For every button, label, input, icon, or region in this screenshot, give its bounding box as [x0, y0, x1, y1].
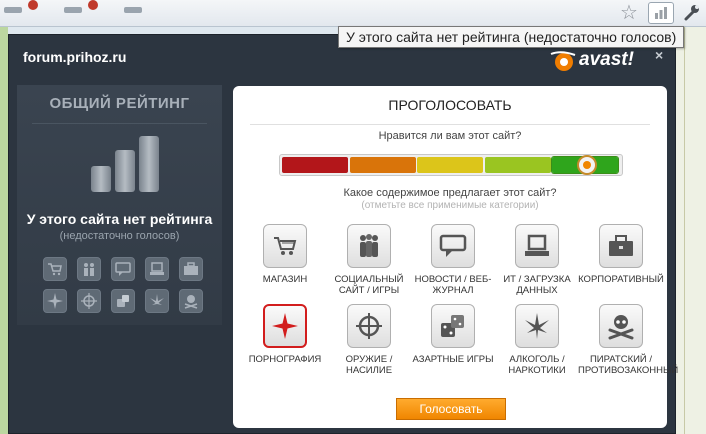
- overall-rating-panel: ОБЩИЙ РЕЙТИНГ У этого сайта нет рейтинга…: [17, 85, 222, 325]
- shopping-cart-icon: [43, 257, 67, 281]
- category-label: АЛКОГОЛЬ / НАРКОТИКИ: [508, 354, 566, 376]
- category-button[interactable]: [431, 304, 475, 348]
- speech-bubble-icon: [111, 257, 135, 281]
- close-icon[interactable]: ×: [655, 47, 663, 63]
- category-option[interactable]: КОРПОРАТИВНЫЙ: [578, 224, 664, 285]
- category-button[interactable]: [347, 224, 391, 268]
- dice-icon: [111, 289, 135, 313]
- vote-title: ПРОГОЛОСОВАТЬ: [388, 97, 512, 113]
- category-button[interactable]: [599, 304, 643, 348]
- wrench-icon[interactable]: [680, 2, 702, 24]
- avast-extension-button[interactable]: [648, 2, 674, 24]
- no-rating-text: У этого сайта нет рейтинга: [26, 211, 213, 227]
- category-option[interactable]: АЛКОГОЛЬ / НАРКОТИКИ: [494, 304, 580, 376]
- browser-toolbar: ☆: [0, 0, 706, 27]
- category-label: ИТ / ЗАГРУЗКА ДАННЫХ: [503, 274, 571, 296]
- vote-panel: ПРОГОЛОСОВАТЬ Нравится ли вам этот сайт?…: [233, 86, 679, 428]
- category-label: ПИРАТСКИЙ / ПРОТИВОЗАКОННЫЙ: [578, 354, 679, 376]
- category-option[interactable]: ПОРНОГРАФИЯ: [242, 304, 328, 365]
- divider: [32, 123, 207, 124]
- page-background-left: [0, 27, 8, 434]
- avast-rating-icon: [655, 7, 667, 19]
- people-icon: [77, 257, 101, 281]
- category-option[interactable]: ПИРАТСКИЙ / ПРОТИВОЗАКОННЫЙ: [578, 304, 679, 376]
- category-button[interactable]: [515, 304, 559, 348]
- category-label: НОВОСТИ / ВЕБ-ЖУРНАЛ: [414, 274, 492, 296]
- rating-bars-icon: [91, 136, 161, 192]
- category-option[interactable]: НОВОСТИ / ВЕБ-ЖУРНАЛ: [410, 224, 496, 296]
- category-label: ПОРНОГРАФИЯ: [248, 354, 322, 365]
- category-option[interactable]: ОРУЖИЕ / НАСИЛИЕ: [326, 304, 412, 376]
- category-label: МАГАЗИН: [262, 274, 308, 285]
- rating-segment-4[interactable]: [484, 157, 551, 173]
- category-option[interactable]: СОЦИАЛЬНЫЙ САЙТ / ИГРЫ: [326, 224, 412, 296]
- category-button[interactable]: [263, 304, 307, 348]
- rating-segment-2[interactable]: [349, 157, 416, 173]
- rating-slider-handle[interactable]: [576, 153, 598, 177]
- category-button[interactable]: [515, 224, 559, 268]
- page-background-right: [676, 27, 706, 434]
- category-button[interactable]: [599, 224, 643, 268]
- overall-rating-title: ОБЩИЙ РЕЙТИНГ: [49, 95, 190, 112]
- tab-strip: [0, 0, 230, 14]
- category-label: КОРПОРАТИВНЫЙ: [578, 274, 664, 285]
- laptop-icon: [145, 257, 169, 281]
- category-label: АЗАРТНЫЕ ИГРЫ: [412, 354, 494, 365]
- category-label: ОРУЖИЕ / НАСИЛИЕ: [345, 354, 393, 376]
- rating-segment-1[interactable]: [282, 157, 348, 173]
- avast-wordmark: avast!: [579, 49, 634, 70]
- vote-button[interactable]: Голосовать: [396, 398, 506, 420]
- content-question-hint: (отметьте все применимые категории): [361, 200, 539, 211]
- divider: [250, 124, 650, 125]
- briefcase-icon: [179, 257, 203, 281]
- like-question: Нравится ли вам этот сайт?: [378, 130, 522, 142]
- leaf-icon: [145, 289, 169, 313]
- category-option[interactable]: ИТ / ЗАГРУЗКА ДАННЫХ: [494, 224, 580, 296]
- rating-segment-3[interactable]: [417, 157, 483, 173]
- category-button[interactable]: [263, 224, 307, 268]
- avast-logo-icon: [550, 51, 576, 71]
- tooltip: У этого сайта нет рейтинга (недостаточно…: [338, 26, 685, 48]
- category-label: СОЦИАЛЬНЫЙ САЙТ / ИГРЫ: [334, 274, 404, 296]
- category-option[interactable]: АЗАРТНЫЕ ИГРЫ: [410, 304, 496, 365]
- bookmark-star-icon[interactable]: ☆: [618, 2, 640, 24]
- category-option[interactable]: МАГАЗИН: [242, 224, 328, 285]
- avast-rating-popup: forum.prihoz.ru avast! × ОБЩИЙ РЕЙТИНГ У…: [8, 34, 679, 434]
- skull-icon: [179, 289, 203, 313]
- site-domain: forum.prihoz.ru: [23, 49, 127, 65]
- category-button[interactable]: [431, 224, 475, 268]
- star-icon: [43, 289, 67, 313]
- rating-scale[interactable]: [279, 154, 623, 176]
- no-rating-subtext: (недостаточно голосов): [59, 230, 180, 242]
- crosshair-icon: [77, 289, 101, 313]
- content-question: Какое содержимое предлагает этот сайт?: [343, 187, 557, 199]
- avast-logo: avast!: [549, 49, 634, 73]
- category-button[interactable]: [347, 304, 391, 348]
